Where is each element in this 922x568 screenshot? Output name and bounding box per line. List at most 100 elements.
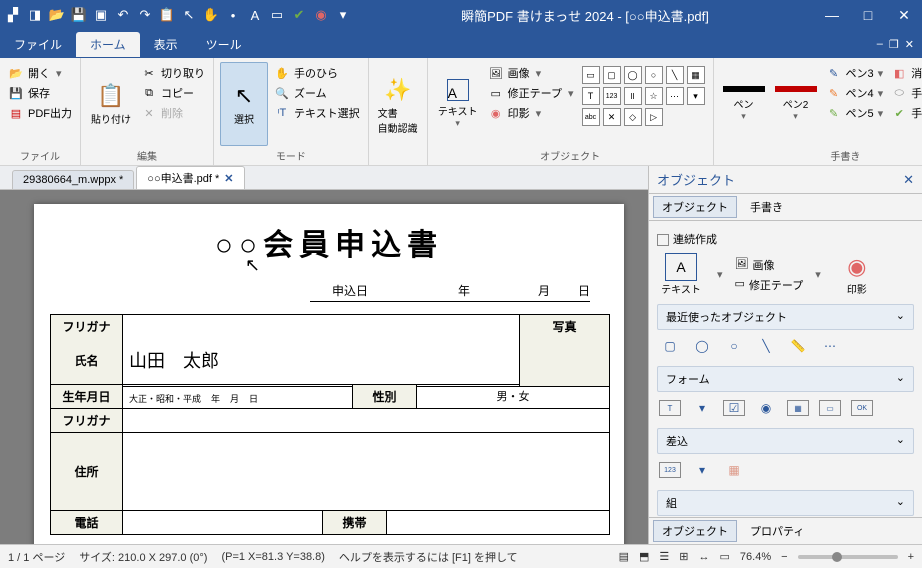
pen1-button[interactable]: ペン▾ — [720, 62, 768, 146]
zoom-mode-button[interactable]: 🔍ズーム — [272, 84, 362, 102]
shape-rect[interactable]: ▭ — [582, 66, 600, 84]
qa-redo-icon[interactable]: ↷ — [136, 6, 154, 24]
text-select-mode-button[interactable]: ᶦTテキスト選択 — [272, 104, 362, 122]
shape-x[interactable]: ✕ — [603, 108, 621, 126]
shape-diamond[interactable]: ◇ — [624, 108, 642, 126]
zoom-slider[interactable] — [798, 555, 898, 559]
pen5-button[interactable]: ✎ペン5▾ — [824, 104, 886, 122]
bt-object[interactable]: オブジェクト — [653, 520, 737, 542]
zoom-thumb[interactable] — [832, 552, 842, 562]
minimize-button[interactable]: — — [818, 7, 846, 24]
auto-recognize-button[interactable]: ✨ 文書 自動認識 — [371, 62, 425, 150]
cut-button[interactable]: ✂切り取り — [139, 64, 207, 82]
eraser-button[interactable]: ◧消しゴム▾ — [889, 64, 922, 82]
shape-more1[interactable]: ⋯ — [666, 87, 684, 105]
hand-mode-button[interactable]: ✋手のひら — [272, 64, 362, 82]
qa-text-icon[interactable]: A — [246, 6, 264, 24]
tab-tool[interactable]: ツール — [192, 32, 256, 57]
tape-object-button[interactable]: ▭修正テープ▾ — [486, 84, 576, 102]
sp-tab-handwrite[interactable]: 手書き — [741, 196, 792, 218]
stamp-object-button[interactable]: ◉印影▾ — [486, 104, 576, 122]
sb-icon-6[interactable]: ▭ — [720, 550, 730, 563]
sp-text-dd[interactable]: ▾ — [717, 268, 723, 281]
shape-line[interactable]: ╲ — [666, 66, 684, 84]
select-mode-button[interactable]: ↖ 選択 — [220, 62, 268, 146]
qa-paste-icon[interactable]: 📋 — [158, 6, 176, 24]
sb-icon-4[interactable]: ⊞ — [679, 550, 688, 563]
tab-file[interactable]: ファイル — [0, 32, 76, 57]
recent-oval[interactable]: ◯ — [691, 338, 713, 354]
copy-button[interactable]: ⧉コピー — [139, 84, 207, 102]
shape-circle[interactable]: ○ — [645, 66, 663, 84]
zoom-in-button[interactable]: + — [908, 551, 914, 563]
qa-hand-icon[interactable]: ✋ — [202, 6, 220, 24]
sp-tab-object[interactable]: オブジェクト — [653, 196, 737, 218]
shape-num[interactable]: 123 — [603, 87, 621, 105]
hw-fix-button[interactable]: ✔手書き 確定 — [889, 104, 922, 122]
shape-textbox[interactable]: T — [582, 87, 600, 105]
tab-view[interactable]: 表示 — [140, 32, 192, 57]
shape-round[interactable]: ▢ — [603, 66, 621, 84]
acc-form[interactable]: フォーム⌄ — [657, 366, 914, 392]
form-check[interactable]: ☑ — [723, 400, 745, 416]
merge-dd[interactable]: ▾ — [691, 462, 713, 478]
sp-text-button[interactable]: Aテキスト — [657, 253, 705, 296]
recent-circle[interactable]: ○ — [723, 338, 745, 354]
maximize-button[interactable]: □ — [854, 7, 882, 24]
acc-group[interactable]: 組⌄ — [657, 490, 914, 516]
zoom-out-button[interactable]: − — [781, 551, 787, 563]
pen3-button[interactable]: ✎ペン3▾ — [824, 64, 886, 82]
sp-image-dd[interactable]: ▾ — [815, 268, 821, 281]
shape-roman[interactable]: II — [624, 87, 642, 105]
shape-tri[interactable]: ▷ — [645, 108, 663, 126]
sb-icon-5[interactable]: ↔ — [699, 551, 710, 563]
sp-close-icon[interactable]: ✕ — [903, 172, 914, 188]
pen4-button[interactable]: ✎ペン4▾ — [824, 84, 886, 102]
save-button[interactable]: 💾保存 — [6, 84, 74, 102]
shape-star[interactable]: ☆ — [645, 87, 663, 105]
sp-stamp-button[interactable]: ◉印影 — [833, 253, 881, 296]
continuous-checkbox[interactable]: 連続作成 — [657, 231, 914, 247]
shape-oval[interactable]: ◯ — [624, 66, 642, 84]
recent-ruler[interactable]: 📏 — [787, 338, 809, 354]
delete-button[interactable]: ✕削除 — [139, 104, 207, 122]
sp-image-button[interactable]: 🖼画像 — [735, 257, 804, 273]
form-text-dd[interactable]: ▾ — [691, 400, 713, 416]
text-object-button[interactable]: A テキスト▾ — [434, 62, 482, 146]
acc-merge[interactable]: 差込⌄ — [657, 428, 914, 454]
sb-icon-3[interactable]: ☰ — [659, 550, 669, 563]
qa-save-icon[interactable]: 💾 — [70, 6, 88, 24]
form-group[interactable]: ▦ — [787, 400, 809, 416]
qa-open-icon[interactable]: 📂 — [48, 6, 66, 24]
tab-home[interactable]: ホーム — [76, 32, 140, 57]
qa-new-icon[interactable]: ◨ — [26, 6, 44, 24]
shape-table[interactable]: ▦ — [687, 66, 705, 84]
paste-button[interactable]: 📋 貼り付け — [87, 62, 135, 146]
qa-stamp-icon[interactable]: ◉ — [312, 6, 330, 24]
shape-more2[interactable]: ▾ — [687, 87, 705, 105]
pdf-out-button[interactable]: ▤PDF出力 — [6, 104, 74, 122]
open-button[interactable]: 📂開く▾ — [6, 64, 74, 82]
form-text[interactable]: T — [659, 400, 681, 416]
recent-roundrect[interactable]: ▢ — [659, 338, 681, 354]
close-button[interactable]: ✕ — [890, 7, 918, 24]
qa-cursor-icon[interactable]: ↖ — [180, 6, 198, 24]
qa-dot-icon[interactable]: • — [224, 6, 242, 24]
doc-tab-bg[interactable]: 29380664_m.wppx * — [12, 170, 134, 189]
form-combo[interactable]: ▭ — [819, 400, 841, 416]
mdi-close-icon[interactable]: ✕ — [905, 38, 914, 51]
mdi-restore-icon[interactable]: ❐ — [889, 38, 899, 51]
qa-export-icon[interactable]: ▣ — [92, 6, 110, 24]
merge-field[interactable]: 123 — [659, 462, 681, 478]
sp-tape-button[interactable]: ▭修正テープ — [735, 277, 804, 293]
merge-table[interactable]: ▦ — [723, 462, 745, 478]
doc-tab-active[interactable]: ○○申込書.pdf *✕ — [136, 166, 244, 189]
qa-dropdown-icon[interactable]: ▾ — [334, 6, 352, 24]
mdi-min-icon[interactable]: – — [877, 38, 883, 51]
pen2-button[interactable]: ペン2▾ — [772, 62, 820, 146]
tab-close-icon[interactable]: ✕ — [224, 172, 233, 185]
form-radio[interactable]: ◉ — [755, 400, 777, 416]
acc-recent[interactable]: 最近使ったオブジェクト⌄ — [657, 304, 914, 330]
sb-icon-2[interactable]: ⬒ — [639, 550, 649, 563]
recent-more[interactable]: ⋯ — [819, 338, 841, 354]
